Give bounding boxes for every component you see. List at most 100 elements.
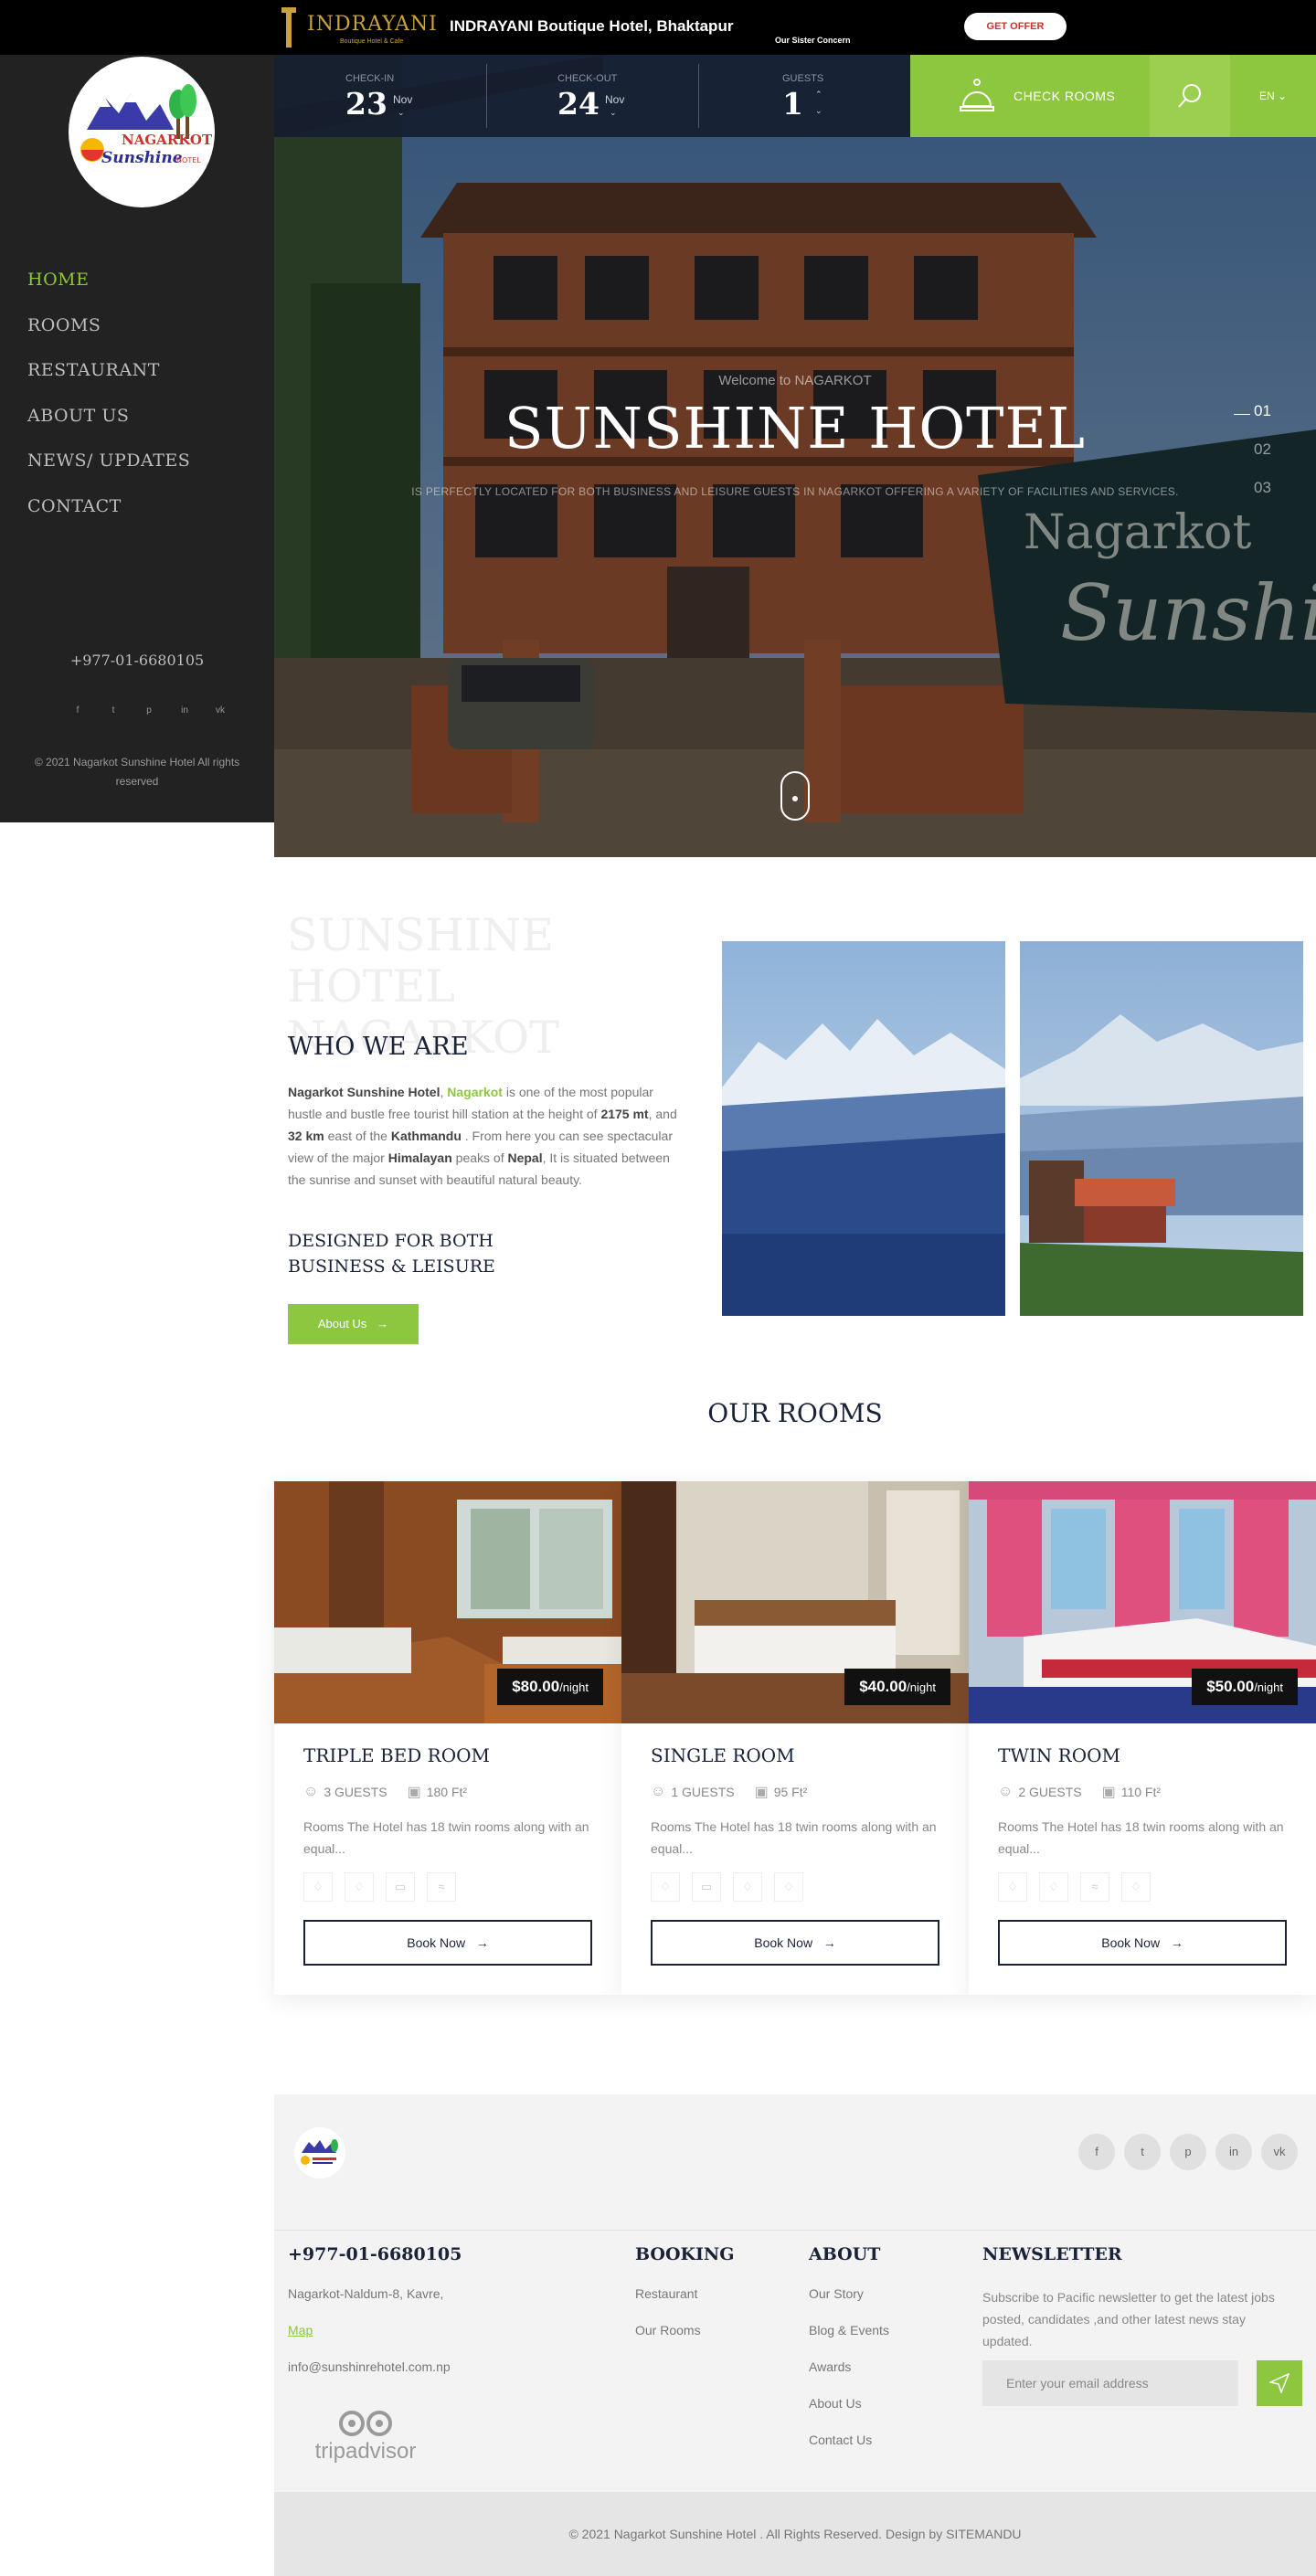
about-us-label: About Us [317,1317,367,1330]
about-text: peaks of [451,1150,508,1165]
chevron-down-icon[interactable]: ⌄ [815,106,822,116]
reception-bell-icon [960,79,994,111]
check-rooms-button[interactable]: CHECK ROOMS [910,55,1150,137]
footer-newsletter-title: NEWSLETTER [982,2244,1122,2264]
book-now-label: Book Now [1101,1935,1161,1950]
facebook-icon[interactable]: f [69,705,87,716]
footer-address: Nagarkot-Naldum-8, Kavre, [288,2286,444,2301]
footer-email[interactable]: info@sunshinrehotel.com.np [288,2359,462,2396]
guests-field[interactable]: GUESTS 1 ⌃ ⌄ [698,55,910,137]
language-selector[interactable]: EN ⌄ [1230,55,1316,137]
footer-newsletter: NEWSLETTER Subscribe to Pacific newslett… [982,2244,1293,2352]
footer-link-blog-events[interactable]: Blog & Events [809,2323,889,2359]
room-amenities: ♢ ▭ ♢ ♢ [651,1872,803,1902]
tv-icon: ▭ [386,1872,415,1902]
newsletter-submit-button[interactable] [1257,2360,1302,2406]
book-now-button[interactable]: Book Now → [303,1920,592,1966]
nav-item-about-us[interactable]: ABOUT US [27,406,190,451]
room-area: 110 Ft² [1120,1785,1162,1799]
room-card[interactable]: $80.00/night TRIPLE BED ROOM ☺ 3 GUESTS ▣… [274,1481,621,1995]
check-out-day[interactable]: 24 [557,86,600,122]
price-period: /night [559,1680,589,1694]
about-us-button[interactable]: About Us → [288,1304,419,1344]
room-price: $80.00/night [497,1669,603,1705]
slide-indicator-line [1234,414,1250,415]
chevron-down-icon[interactable]: ⌄ [398,108,405,118]
linkedin-icon[interactable]: in [1215,2134,1252,2170]
room-name[interactable]: TWIN ROOM [998,1744,1120,1766]
nav-item-rooms[interactable]: ROOMS [27,315,190,361]
footer-link-our-story[interactable]: Our Story [809,2286,889,2323]
wifi-icon: ≈ [1080,1872,1109,1902]
room-price: $40.00/night [844,1669,950,1705]
room-meta: ☺ 3 GUESTS ▣ 180 Ft² [303,1783,467,1801]
book-now-button[interactable]: Book Now → [998,1920,1287,1966]
facebook-icon[interactable]: f [1078,2134,1115,2170]
search-button[interactable] [1150,55,1230,137]
footer-about: ABOUT Our Story Blog & Events Awards Abo… [809,2244,889,2469]
book-now-button[interactable]: Book Now → [651,1920,939,1966]
wifi-icon: ≈ [427,1872,456,1902]
tv-icon: ▭ [692,1872,721,1902]
linkedin-icon[interactable]: in [175,705,194,716]
footer-link-about-us[interactable]: About Us [809,2396,889,2433]
room-guests: 2 GUESTS [1018,1785,1082,1799]
check-in-day[interactable]: 23 [345,86,387,122]
chevron-down-icon[interactable]: ⌄ [610,108,617,118]
mountain-photo-1[interactable] [722,941,1005,1316]
pinterest-icon[interactable]: p [1170,2134,1206,2170]
tripadvisor-text: tripadvisor [315,2439,417,2464]
footer-link-restaurant[interactable]: Restaurant [635,2286,735,2323]
footer-link-our-rooms[interactable]: Our Rooms [635,2323,735,2359]
slide-number-1[interactable]: 01 [1254,402,1271,440]
room-card[interactable]: $50.00/night TWIN ROOM ☺ 2 GUESTS ▣ 110 Ft… [969,1481,1316,1995]
vk-icon[interactable]: vk [1261,2134,1298,2170]
arrow-right-icon: → [1170,1935,1183,1950]
hotel-name: Nagarkot Sunshine Hotel [288,1085,440,1099]
send-icon [1269,2373,1289,2393]
hero-welcome: Welcome to NAGARKOT [718,373,872,388]
footer-logo[interactable] [294,2127,345,2178]
room-name[interactable]: SINGLE ROOM [651,1744,795,1766]
guests-value[interactable]: 1 [782,86,803,122]
place-link[interactable]: Nagarkot [447,1085,503,1099]
get-offer-button[interactable]: GET OFFER [964,13,1067,40]
chevron-up-icon[interactable]: ⌃ [815,90,822,100]
room-name[interactable]: TRIPLE BED ROOM [303,1744,490,1766]
room-card[interactable]: $40.00/night SINGLE ROOM ☺ 1 GUESTS ▣ 95 F… [621,1481,969,1995]
sidebar-phone[interactable]: +977-01-6680105 [0,652,274,669]
nav-item-contact[interactable]: CONTACT [27,496,190,542]
footer-social: f t p in vk [1078,2134,1298,2170]
scroll-dot [792,796,798,801]
bathtub-icon: ♢ [651,1872,680,1902]
footer-link-awards[interactable]: Awards [809,2359,889,2396]
tripadvisor-logo[interactable]: tripadvisor [302,2403,430,2467]
footer-map-link[interactable]: Map [288,2323,462,2359]
check-in-month: Nov [393,93,413,106]
logo-text-bottom: Sunshine [101,149,183,167]
twitter-icon[interactable]: t [104,705,122,716]
user-icon: ☺ [303,1784,319,1799]
nav-item-news-updates[interactable]: NEWS/ UPDATES [27,451,190,496]
price-value: $50.00 [1206,1678,1255,1695]
nav-item-restaurant[interactable]: RESTAURANT [27,360,190,406]
footer-phone[interactable]: +977-01-6680105 [288,2244,462,2264]
vk-icon[interactable]: vk [211,705,229,716]
footer-link-contact-us[interactable]: Contact Us [809,2433,889,2469]
book-now-label: Book Now [754,1935,813,1950]
check-out-field[interactable]: CHECK-OUT 24 Nov ⌄ [486,55,698,137]
book-now-label: Book Now [407,1935,466,1950]
nav-item-home[interactable]: HOME [27,270,190,315]
newsletter-email-input[interactable]: Enter your email address [982,2360,1238,2406]
scroll-down-indicator[interactable] [780,771,810,821]
mountain-photo-2[interactable] [1020,941,1303,1316]
twitter-icon[interactable]: t [1124,2134,1161,2170]
slide-number-2[interactable]: 02 [1254,440,1271,479]
slide-number-3[interactable]: 03 [1254,479,1271,517]
hotel-logo[interactable]: NAGARKOT Sunshine HOTEL [69,57,215,207]
sister-hotel-title[interactable]: INDRAYANI Boutique Hotel, Bhaktapur [450,17,733,36]
pinterest-icon[interactable]: p [140,705,158,716]
room-guests: 1 GUESTS [671,1785,735,1799]
check-in-field[interactable]: CHECK-IN 23 Nov ⌄ [274,55,486,137]
top-bar: INDRAYANI Boutique Hotel & Cafe INDRAYAN… [0,0,1316,55]
